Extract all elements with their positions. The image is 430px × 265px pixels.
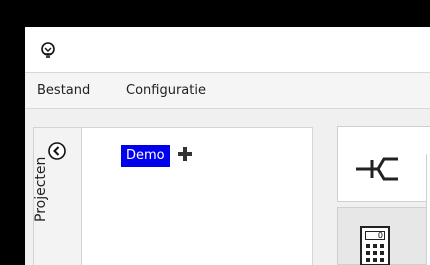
calculator-key bbox=[380, 244, 384, 248]
projects-tab-label[interactable]: Projecten bbox=[33, 157, 49, 222]
calculator-key bbox=[366, 251, 370, 255]
calculator-key bbox=[373, 244, 377, 248]
chevron-left-icon[interactable] bbox=[47, 141, 67, 161]
calculator-key bbox=[366, 258, 370, 262]
lightbulb-icon bbox=[41, 42, 55, 58]
pipe-fitting-icon bbox=[356, 157, 398, 181]
calculator-key bbox=[366, 244, 370, 248]
menu-bestand[interactable]: Bestand bbox=[37, 83, 90, 99]
calculator-key bbox=[380, 258, 384, 262]
project-tree-panel: Demo bbox=[81, 127, 313, 265]
content-edge bbox=[426, 154, 430, 265]
tool-calculator-button[interactable]: 0 bbox=[337, 207, 430, 265]
calculator-icon: 0 bbox=[360, 226, 390, 265]
calculator-key bbox=[373, 251, 377, 255]
tool-pipe-button[interactable] bbox=[337, 126, 430, 202]
calculator-key bbox=[380, 251, 384, 255]
plus-icon[interactable] bbox=[176, 145, 194, 163]
menu-configuratie[interactable]: Configuratie bbox=[126, 83, 206, 99]
menu-bar: Bestand Configuratie bbox=[25, 72, 430, 109]
project-item-demo[interactable]: Demo bbox=[121, 145, 170, 167]
application-window: Bestand Configuratie Projecten Demo 0 bbox=[25, 27, 430, 265]
calculator-key bbox=[373, 258, 377, 262]
calculator-display: 0 bbox=[365, 231, 385, 240]
title-bar bbox=[25, 27, 430, 72]
